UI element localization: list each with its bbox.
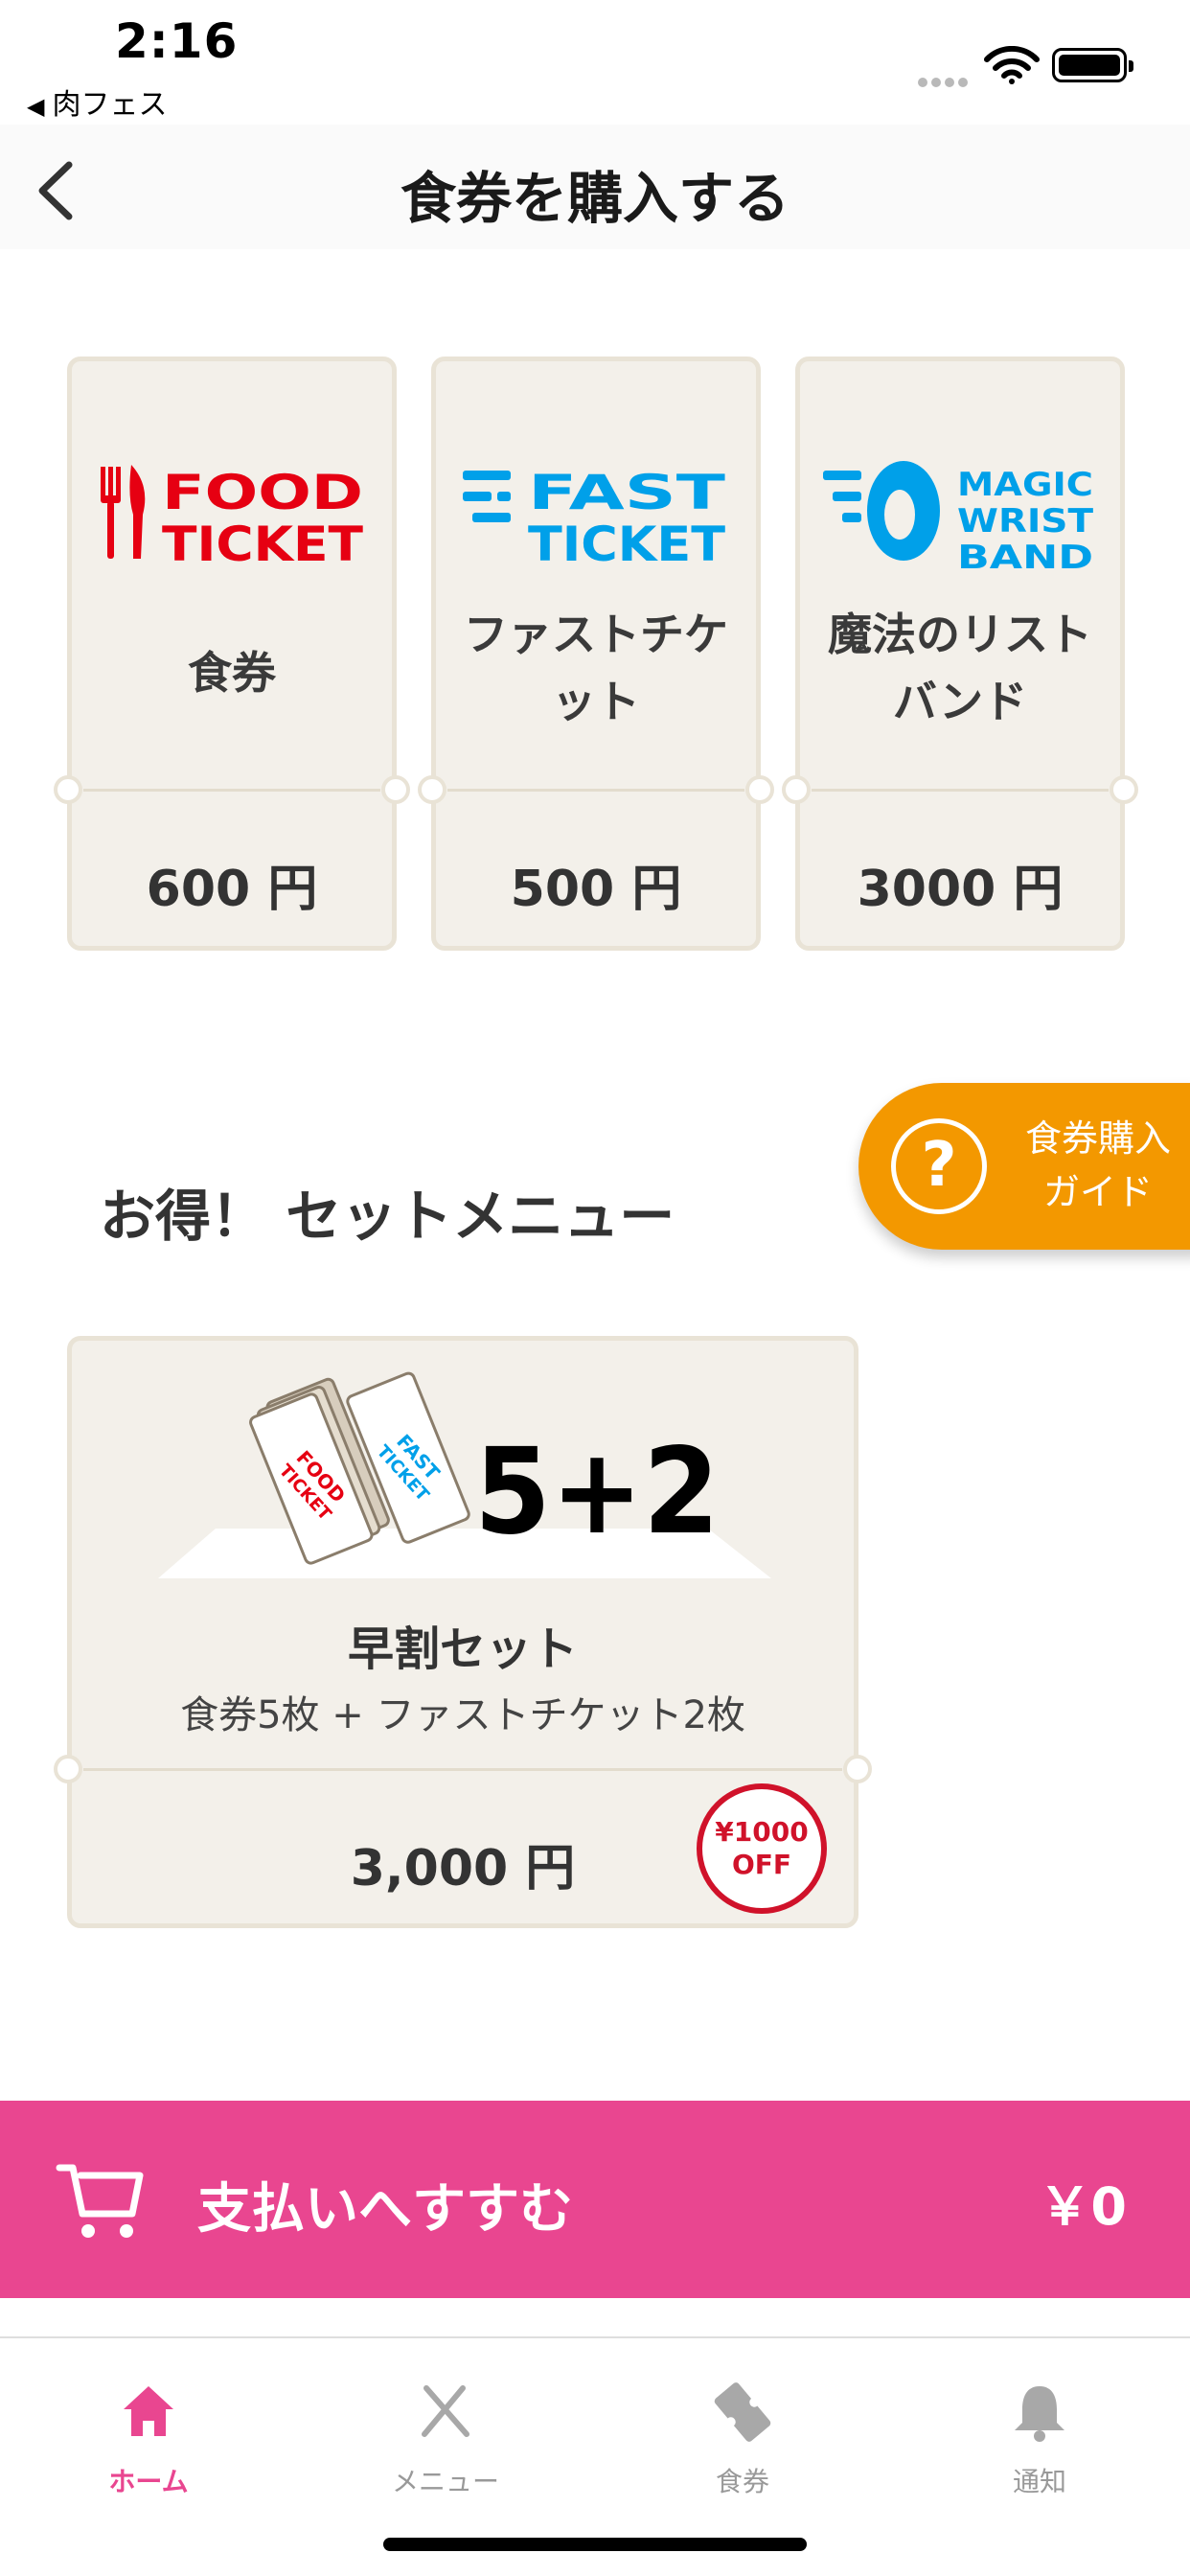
back-triangle-icon: ◀ xyxy=(27,93,45,120)
guide-label: 食券購入 ガイド xyxy=(1002,1112,1190,1219)
magic-wristband-logo: MAGIC WRIST BAND xyxy=(823,461,1094,572)
ticket-card-magic-wristband[interactable]: MAGIC WRIST BAND 魔法のリスト バンド 3000 円 xyxy=(782,356,1138,951)
checkout-total: ￥0 xyxy=(1039,2176,1127,2237)
ticket-price: 3000 円 xyxy=(857,861,1064,918)
page-title: 食券を購入する xyxy=(400,166,790,231)
tab-notifications-label: 通知 xyxy=(1012,2466,1066,2497)
tab-menu-label: メニュー xyxy=(391,2466,499,2497)
set-menu-description: 食券5枚 + ファストチケット2枚 xyxy=(180,1693,745,1737)
tab-menu[interactable]: メニュー xyxy=(297,2361,594,2505)
signal-icon xyxy=(918,73,972,87)
status-back-app[interactable]: ◀ 肉フェス xyxy=(27,80,167,123)
guide-label-line2: ガイド xyxy=(1042,1171,1153,1213)
ticket-name: 魔法のリスト バンド xyxy=(810,601,1110,735)
ticket-name-line1: ファストチケ xyxy=(464,609,728,660)
set-menu-name: 早割セット xyxy=(347,1622,578,1676)
food-logo-line2: TICKET xyxy=(162,517,363,572)
discount-off: OFF xyxy=(731,1849,792,1880)
utensils-icon xyxy=(422,2385,469,2437)
wifi-icon xyxy=(984,46,1040,84)
hero-count: 5+2 xyxy=(474,1423,720,1561)
tab-tickets-label: 食券 xyxy=(715,2466,769,2497)
ticket-card-food[interactable]: FOOD TICKET 食券 600 円 xyxy=(54,356,410,951)
set-menu-hero-image: FOOD TICKET FAST TICKET 5+2 xyxy=(158,1371,771,1578)
fast-ticket-logo: FAST TICKET xyxy=(463,465,725,572)
discount-amount: ¥1000 xyxy=(715,1816,809,1848)
checkout-label: 支払いへすすむ xyxy=(197,2178,573,2241)
ticket-price: 600 円 xyxy=(146,861,318,918)
guide-label-line1: 食券購入 xyxy=(1024,1117,1171,1160)
battery-icon xyxy=(1052,48,1133,82)
tab-home[interactable]: ホーム xyxy=(0,2361,297,2505)
food-logo-line1: FOOD xyxy=(162,465,363,520)
magic-logo-line1: MAGIC xyxy=(957,466,1093,504)
fast-logo-line2: TICKET xyxy=(528,517,725,572)
magic-logo-line2: WRIST xyxy=(957,502,1094,540)
ticket-list: FOOD TICKET 食券 600 円 FAST TICKET ファストチケ … xyxy=(54,356,1138,951)
food-ticket-logo: FOOD TICKET xyxy=(101,465,363,572)
ticket-price: 500 円 xyxy=(510,861,682,918)
discount-badge: ¥1000 OFF xyxy=(697,1783,827,1914)
ticket-card-fast[interactable]: FAST TICKET ファストチケ ット 500 円 xyxy=(418,356,774,951)
status-time: 2:16 xyxy=(115,13,239,69)
set-menu-section-title: お得！ セットメニュー xyxy=(100,1184,675,1249)
magic-logo-line3: BAND xyxy=(957,539,1093,572)
fast-logo-line1: FAST xyxy=(528,465,725,520)
ticket-name-line2: ット xyxy=(552,676,640,727)
ticket-guide-button[interactable]: ? 食券購入 ガイド xyxy=(858,1083,1190,1250)
question-icon: ? xyxy=(891,1118,987,1214)
ticket-icon xyxy=(714,2382,771,2442)
checkout-button[interactable]: 支払いへすすむ ￥0 xyxy=(0,2101,1190,2298)
home-icon xyxy=(124,2386,173,2436)
status-back-app-label: 肉フェス xyxy=(52,88,168,122)
tab-notifications[interactable]: 通知 xyxy=(891,2361,1188,2505)
tab-home-label: ホーム xyxy=(108,2466,189,2497)
nav-bar: 食券を購入する xyxy=(0,125,1190,249)
tab-tickets[interactable]: 食券 xyxy=(594,2361,891,2505)
ticket-name: 食券 xyxy=(188,647,276,699)
ticket-name-line2: バンド xyxy=(892,676,1028,727)
set-menu-card[interactable]: FOOD TICKET FAST TICKET 5+2 早割セット 食券5枚 +… xyxy=(54,1336,872,1928)
home-indicator[interactable] xyxy=(383,2538,807,2551)
ticket-name-line1: 魔法のリスト xyxy=(828,609,1092,660)
ticket-name: ファストチケ ット xyxy=(446,601,746,735)
cart-icon xyxy=(56,2164,144,2238)
bell-icon xyxy=(1015,2386,1064,2442)
